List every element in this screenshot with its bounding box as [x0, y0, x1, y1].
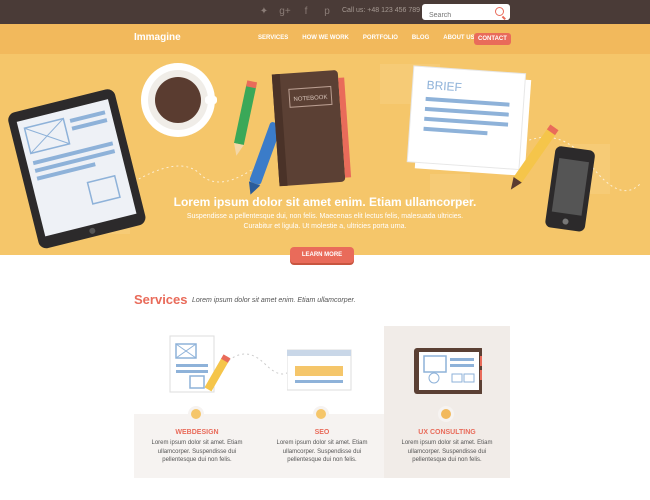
ux-consulting-badge-icon: [438, 406, 454, 422]
search-icon[interactable]: [495, 7, 504, 16]
twitter-icon[interactable]: ✦: [258, 6, 270, 18]
notebook-graphic: NOTEBOOK: [271, 70, 352, 187]
services-tagline: Lorem ipsum dolor sit amet enim. Etiam u…: [192, 297, 356, 304]
service-card-seo[interactable]: SEO Lorem ipsum dolor sit amet. Etiam ul…: [259, 326, 385, 478]
ux-consulting-illustration: [414, 348, 482, 394]
service-card-webdesign[interactable]: WEBDESIGN Lorem ipsum dolor sit amet. Et…: [134, 326, 260, 478]
social-links: ✦ g+ f p: [258, 6, 333, 18]
webdesign-badge-icon: [188, 406, 204, 422]
webdesign-illustration: [169, 335, 231, 393]
google-plus-icon[interactable]: g+: [279, 6, 291, 18]
services-heading: Services: [134, 292, 188, 307]
seo-badge-icon: [313, 406, 329, 422]
pencil-graphic: [234, 80, 258, 156]
pinterest-icon[interactable]: p: [321, 6, 333, 18]
facebook-icon[interactable]: f: [300, 6, 312, 18]
service-description: Lorem ipsum dolor sit amet. Etiam ullamc…: [151, 440, 243, 463]
hero-subtitle: Suspendisse a pellentesque dui, non feli…: [186, 213, 464, 230]
top-bar: ✦ g+ f p Call us: +48 123 456 789: [0, 0, 650, 24]
search-box: [422, 4, 510, 24]
brief-document-graphic: BRIEF: [406, 65, 532, 176]
hero-title: Lorem ipsum dolor sit amet enim. Etiam u…: [173, 195, 477, 209]
service-description: Lorem ipsum dolor sit amet. Etiam ullamc…: [401, 440, 493, 463]
seo-illustration: [287, 349, 352, 391]
brief-label: BRIEF: [426, 78, 462, 94]
service-name[interactable]: WEBDESIGN: [134, 429, 260, 436]
smartphone-graphic: [545, 146, 595, 232]
hero-section: Immagine SERVICES HOW WE WORK PORTFOLIO …: [0, 24, 650, 255]
service-description: Lorem ipsum dolor sit amet. Etiam ullamc…: [276, 440, 368, 463]
learn-more-button[interactable]: LEARN MORE: [290, 247, 354, 263]
tablet-graphic: [8, 89, 146, 249]
services-row: WEBDESIGN Lorem ipsum dolor sit amet. Et…: [134, 326, 510, 478]
coffee-cup-graphic: [141, 63, 217, 137]
search-input[interactable]: [422, 7, 492, 24]
service-card-ux-consulting[interactable]: UX CONSULTING Lorem ipsum dolor sit amet…: [384, 326, 510, 478]
service-name[interactable]: UX CONSULTING: [384, 429, 510, 436]
service-name[interactable]: SEO: [259, 429, 385, 436]
call-us-text: Call us: +48 123 456 789: [342, 7, 421, 14]
